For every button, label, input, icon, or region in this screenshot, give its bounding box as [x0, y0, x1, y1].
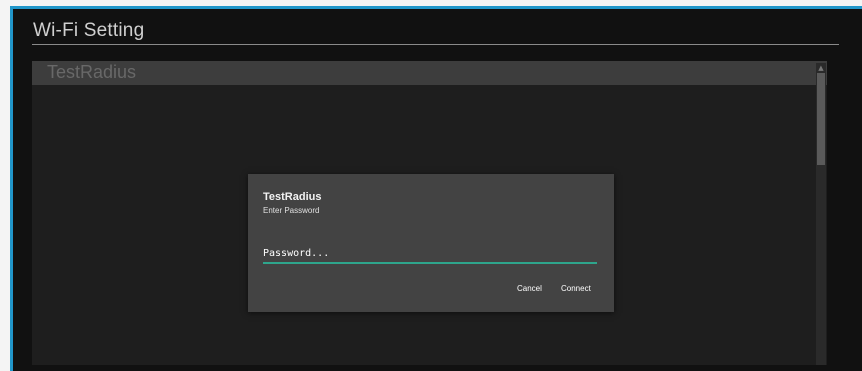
cancel-button[interactable]: Cancel	[517, 284, 542, 293]
title-divider	[32, 44, 839, 45]
dialog-title: TestRadius	[263, 191, 322, 203]
page-title: Wi-Fi Setting	[33, 20, 145, 41]
password-input[interactable]	[263, 244, 597, 264]
password-dialog: TestRadius Enter Password Cancel Connect	[248, 174, 614, 312]
scroll-up-icon[interactable]: ▲	[816, 63, 826, 73]
network-name-label: TestRadius	[47, 62, 137, 82]
scrollbar[interactable]: ▲	[816, 63, 826, 365]
connect-button[interactable]: Connect	[561, 284, 591, 293]
network-list-item-selected[interactable]: TestRadius	[32, 61, 827, 85]
scrollbar-thumb[interactable]	[817, 73, 825, 165]
dialog-subtitle: Enter Password	[263, 206, 320, 215]
device-frame: Wi-Fi Setting TestRadius ▲ TestRadius En…	[0, 0, 862, 371]
